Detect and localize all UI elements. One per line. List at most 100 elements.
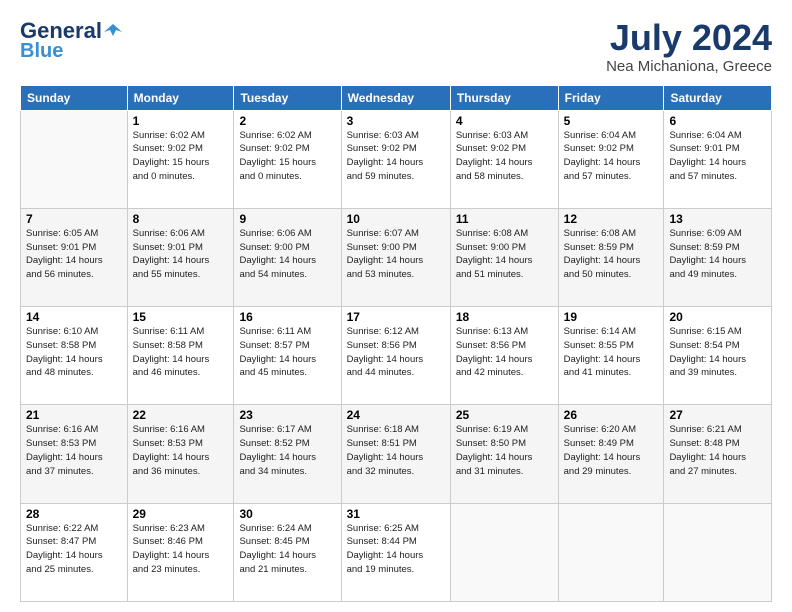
day-info: Sunrise: 6:19 AMSunset: 8:50 PMDaylight:… bbox=[456, 423, 553, 478]
calendar-cell: 11Sunrise: 6:08 AMSunset: 9:00 PMDayligh… bbox=[450, 208, 558, 306]
day-number: 22 bbox=[133, 408, 229, 422]
day-number: 20 bbox=[669, 310, 766, 324]
day-number: 31 bbox=[347, 507, 445, 521]
day-info: Sunrise: 6:08 AMSunset: 8:59 PMDaylight:… bbox=[564, 227, 659, 282]
calendar-cell: 21Sunrise: 6:16 AMSunset: 8:53 PMDayligh… bbox=[21, 405, 128, 503]
calendar-cell: 23Sunrise: 6:17 AMSunset: 8:52 PMDayligh… bbox=[234, 405, 341, 503]
calendar-cell: 15Sunrise: 6:11 AMSunset: 8:58 PMDayligh… bbox=[127, 307, 234, 405]
day-number: 14 bbox=[26, 310, 122, 324]
day-info: Sunrise: 6:14 AMSunset: 8:55 PMDaylight:… bbox=[564, 325, 659, 380]
calendar-cell: 28Sunrise: 6:22 AMSunset: 8:47 PMDayligh… bbox=[21, 503, 128, 601]
weekday-header: Saturday bbox=[664, 85, 772, 110]
day-info: Sunrise: 6:11 AMSunset: 8:57 PMDaylight:… bbox=[239, 325, 335, 380]
day-number: 3 bbox=[347, 114, 445, 128]
day-number: 28 bbox=[26, 507, 122, 521]
calendar-cell: 18Sunrise: 6:13 AMSunset: 8:56 PMDayligh… bbox=[450, 307, 558, 405]
calendar-cell: 5Sunrise: 6:04 AMSunset: 9:02 PMDaylight… bbox=[558, 110, 664, 208]
day-number: 12 bbox=[564, 212, 659, 226]
day-info: Sunrise: 6:24 AMSunset: 8:45 PMDaylight:… bbox=[239, 522, 335, 577]
calendar-table: SundayMondayTuesdayWednesdayThursdayFrid… bbox=[20, 85, 772, 602]
title-area: July 2024 Nea Michaniona, Greece bbox=[606, 18, 772, 75]
calendar-cell: 22Sunrise: 6:16 AMSunset: 8:53 PMDayligh… bbox=[127, 405, 234, 503]
header: General Blue July 2024 Nea Michaniona, G… bbox=[20, 18, 772, 75]
logo-bird-icon bbox=[104, 22, 122, 40]
calendar-cell: 20Sunrise: 6:15 AMSunset: 8:54 PMDayligh… bbox=[664, 307, 772, 405]
day-number: 17 bbox=[347, 310, 445, 324]
day-number: 6 bbox=[669, 114, 766, 128]
day-info: Sunrise: 6:05 AMSunset: 9:01 PMDaylight:… bbox=[26, 227, 122, 282]
month-title: July 2024 bbox=[606, 18, 772, 58]
calendar-cell: 8Sunrise: 6:06 AMSunset: 9:01 PMDaylight… bbox=[127, 208, 234, 306]
calendar-cell: 27Sunrise: 6:21 AMSunset: 8:48 PMDayligh… bbox=[664, 405, 772, 503]
calendar-cell: 1Sunrise: 6:02 AMSunset: 9:02 PMDaylight… bbox=[127, 110, 234, 208]
calendar-cell: 17Sunrise: 6:12 AMSunset: 8:56 PMDayligh… bbox=[341, 307, 450, 405]
day-number: 26 bbox=[564, 408, 659, 422]
calendar-cell: 24Sunrise: 6:18 AMSunset: 8:51 PMDayligh… bbox=[341, 405, 450, 503]
day-info: Sunrise: 6:20 AMSunset: 8:49 PMDaylight:… bbox=[564, 423, 659, 478]
day-number: 23 bbox=[239, 408, 335, 422]
day-info: Sunrise: 6:16 AMSunset: 8:53 PMDaylight:… bbox=[26, 423, 122, 478]
calendar-cell: 29Sunrise: 6:23 AMSunset: 8:46 PMDayligh… bbox=[127, 503, 234, 601]
logo-blue: Blue bbox=[20, 40, 63, 63]
day-info: Sunrise: 6:21 AMSunset: 8:48 PMDaylight:… bbox=[669, 423, 766, 478]
weekday-header: Friday bbox=[558, 85, 664, 110]
day-info: Sunrise: 6:16 AMSunset: 8:53 PMDaylight:… bbox=[133, 423, 229, 478]
calendar-cell: 12Sunrise: 6:08 AMSunset: 8:59 PMDayligh… bbox=[558, 208, 664, 306]
day-info: Sunrise: 6:11 AMSunset: 8:58 PMDaylight:… bbox=[133, 325, 229, 380]
day-info: Sunrise: 6:12 AMSunset: 8:56 PMDaylight:… bbox=[347, 325, 445, 380]
calendar-cell: 4Sunrise: 6:03 AMSunset: 9:02 PMDaylight… bbox=[450, 110, 558, 208]
day-info: Sunrise: 6:09 AMSunset: 8:59 PMDaylight:… bbox=[669, 227, 766, 282]
day-info: Sunrise: 6:25 AMSunset: 8:44 PMDaylight:… bbox=[347, 522, 445, 577]
page: General Blue July 2024 Nea Michaniona, G… bbox=[0, 0, 792, 612]
calendar-cell: 31Sunrise: 6:25 AMSunset: 8:44 PMDayligh… bbox=[341, 503, 450, 601]
day-number: 10 bbox=[347, 212, 445, 226]
day-info: Sunrise: 6:17 AMSunset: 8:52 PMDaylight:… bbox=[239, 423, 335, 478]
day-number: 27 bbox=[669, 408, 766, 422]
calendar-week-row: 1Sunrise: 6:02 AMSunset: 9:02 PMDaylight… bbox=[21, 110, 772, 208]
calendar-cell: 16Sunrise: 6:11 AMSunset: 8:57 PMDayligh… bbox=[234, 307, 341, 405]
day-info: Sunrise: 6:10 AMSunset: 8:58 PMDaylight:… bbox=[26, 325, 122, 380]
calendar-week-row: 28Sunrise: 6:22 AMSunset: 8:47 PMDayligh… bbox=[21, 503, 772, 601]
calendar-cell: 25Sunrise: 6:19 AMSunset: 8:50 PMDayligh… bbox=[450, 405, 558, 503]
calendar-cell bbox=[558, 503, 664, 601]
calendar-cell: 19Sunrise: 6:14 AMSunset: 8:55 PMDayligh… bbox=[558, 307, 664, 405]
weekday-header: Wednesday bbox=[341, 85, 450, 110]
calendar-cell: 30Sunrise: 6:24 AMSunset: 8:45 PMDayligh… bbox=[234, 503, 341, 601]
day-info: Sunrise: 6:02 AMSunset: 9:02 PMDaylight:… bbox=[239, 129, 335, 184]
day-info: Sunrise: 6:06 AMSunset: 9:00 PMDaylight:… bbox=[239, 227, 335, 282]
calendar-week-row: 21Sunrise: 6:16 AMSunset: 8:53 PMDayligh… bbox=[21, 405, 772, 503]
day-number: 29 bbox=[133, 507, 229, 521]
day-number: 18 bbox=[456, 310, 553, 324]
calendar-week-row: 14Sunrise: 6:10 AMSunset: 8:58 PMDayligh… bbox=[21, 307, 772, 405]
calendar-cell: 13Sunrise: 6:09 AMSunset: 8:59 PMDayligh… bbox=[664, 208, 772, 306]
day-number: 11 bbox=[456, 212, 553, 226]
day-number: 24 bbox=[347, 408, 445, 422]
calendar-cell bbox=[450, 503, 558, 601]
day-number: 4 bbox=[456, 114, 553, 128]
calendar-header-row: SundayMondayTuesdayWednesdayThursdayFrid… bbox=[21, 85, 772, 110]
day-number: 15 bbox=[133, 310, 229, 324]
logo: General Blue bbox=[20, 18, 122, 63]
day-info: Sunrise: 6:06 AMSunset: 9:01 PMDaylight:… bbox=[133, 227, 229, 282]
calendar-cell bbox=[664, 503, 772, 601]
day-info: Sunrise: 6:04 AMSunset: 9:02 PMDaylight:… bbox=[564, 129, 659, 184]
day-number: 30 bbox=[239, 507, 335, 521]
day-number: 1 bbox=[133, 114, 229, 128]
location: Nea Michaniona, Greece bbox=[606, 58, 772, 75]
day-info: Sunrise: 6:13 AMSunset: 8:56 PMDaylight:… bbox=[456, 325, 553, 380]
day-number: 2 bbox=[239, 114, 335, 128]
calendar-cell: 26Sunrise: 6:20 AMSunset: 8:49 PMDayligh… bbox=[558, 405, 664, 503]
day-info: Sunrise: 6:03 AMSunset: 9:02 PMDaylight:… bbox=[456, 129, 553, 184]
calendar-cell: 9Sunrise: 6:06 AMSunset: 9:00 PMDaylight… bbox=[234, 208, 341, 306]
calendar-cell: 7Sunrise: 6:05 AMSunset: 9:01 PMDaylight… bbox=[21, 208, 128, 306]
day-number: 7 bbox=[26, 212, 122, 226]
calendar-cell bbox=[21, 110, 128, 208]
day-info: Sunrise: 6:02 AMSunset: 9:02 PMDaylight:… bbox=[133, 129, 229, 184]
calendar-week-row: 7Sunrise: 6:05 AMSunset: 9:01 PMDaylight… bbox=[21, 208, 772, 306]
calendar-cell: 2Sunrise: 6:02 AMSunset: 9:02 PMDaylight… bbox=[234, 110, 341, 208]
calendar-cell: 6Sunrise: 6:04 AMSunset: 9:01 PMDaylight… bbox=[664, 110, 772, 208]
weekday-header: Sunday bbox=[21, 85, 128, 110]
day-info: Sunrise: 6:04 AMSunset: 9:01 PMDaylight:… bbox=[669, 129, 766, 184]
day-info: Sunrise: 6:08 AMSunset: 9:00 PMDaylight:… bbox=[456, 227, 553, 282]
day-info: Sunrise: 6:18 AMSunset: 8:51 PMDaylight:… bbox=[347, 423, 445, 478]
